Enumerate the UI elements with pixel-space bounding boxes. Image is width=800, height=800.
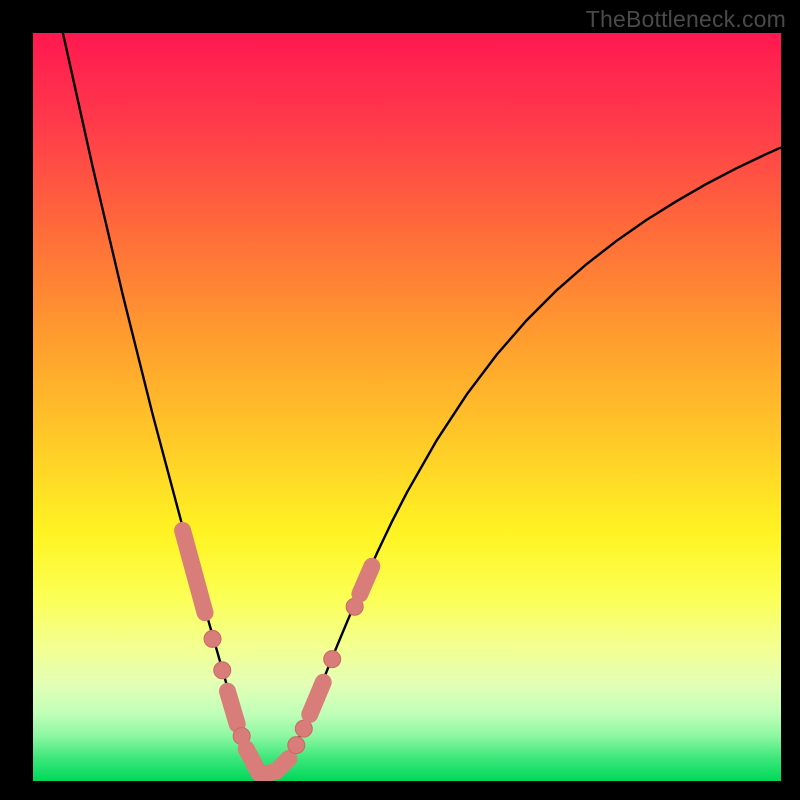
bottleneck-curve (63, 33, 781, 777)
watermark-text: TheBottleneck.com (586, 6, 786, 33)
data-markers (183, 530, 372, 775)
chart-svg (33, 33, 781, 781)
